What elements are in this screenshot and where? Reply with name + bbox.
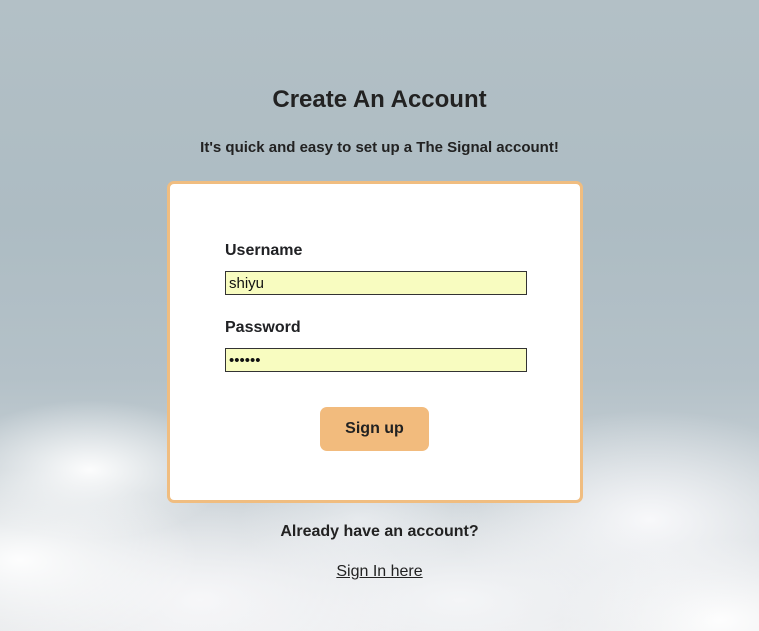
sign-up-button[interactable]: Sign up (320, 407, 429, 451)
signup-form-card: Username Password Sign up (167, 181, 583, 503)
sign-in-link-wrapper: Sign In here (0, 563, 759, 581)
password-label: Password (225, 319, 301, 336)
username-input[interactable] (225, 271, 527, 295)
signup-page: Create An Account It's quick and easy to… (0, 0, 759, 631)
password-input[interactable] (225, 348, 527, 372)
page-subtitle: It's quick and easy to set up a The Sign… (200, 139, 559, 156)
username-label: Username (225, 242, 303, 259)
sign-in-link[interactable]: Sign In here (336, 563, 422, 580)
already-have-account-text: Already have an account? (280, 523, 479, 540)
page-title: Create An Account (272, 86, 487, 113)
